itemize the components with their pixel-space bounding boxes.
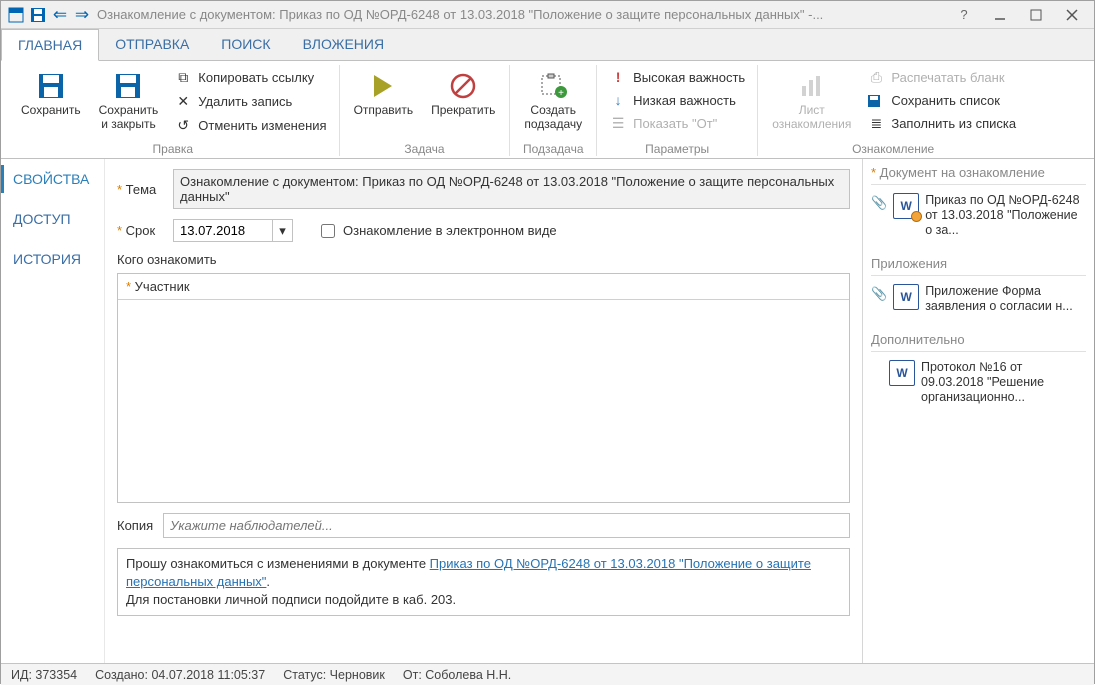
paperclip-icon: 📎	[871, 193, 887, 211]
show-from-icon: ☰	[609, 115, 627, 132]
save-icon-titlebar[interactable]	[27, 4, 49, 26]
save-close-button[interactable]: Сохранить и закрыть	[93, 65, 165, 135]
save-list-button[interactable]: Сохранить список	[863, 91, 1020, 110]
low-priority-button[interactable]: ↓Низкая важность	[605, 90, 749, 110]
copy-input[interactable]	[163, 513, 850, 538]
print-icon: ⎙	[867, 69, 885, 86]
deadline-dropdown[interactable]: ▾	[273, 219, 293, 242]
copy-link-icon: ⧉	[174, 69, 192, 86]
who-label: Кого ознакомить	[117, 252, 850, 267]
copy-label: Копия	[117, 518, 153, 533]
minimize-button[interactable]	[982, 3, 1018, 27]
attached-document-1[interactable]: 📎 W Приказ по ОД №ОРД-6248 от 13.03.2018…	[871, 191, 1086, 240]
copy-link-button[interactable]: ⧉Копировать ссылку	[170, 67, 330, 88]
participants-grid[interactable]: Участник	[117, 273, 850, 503]
participant-column: Участник	[118, 274, 849, 300]
send-button[interactable]: Отправить	[348, 65, 420, 121]
electronic-checkbox[interactable]	[321, 224, 335, 238]
tab-attachments[interactable]: ВЛОЖЕНИЯ	[287, 29, 401, 60]
nav-history[interactable]: ИСТОРИЯ	[1, 239, 104, 279]
word-doc-icon: W	[893, 193, 919, 219]
save-icon	[37, 69, 65, 103]
undo-icon: ↺	[174, 117, 192, 134]
word-doc-icon: W	[889, 360, 915, 386]
create-subtask-button[interactable]: + Создать подзадачу	[518, 65, 588, 135]
help-button[interactable]: ?	[946, 3, 982, 27]
status-created: Создано: 04.07.2018 11:05:37	[95, 668, 265, 682]
deadline-label: Срок	[117, 223, 165, 238]
app-icon	[5, 4, 27, 26]
high-priority-button[interactable]: !Высокая важность	[605, 67, 749, 87]
message-box[interactable]: Прошу ознакомиться с изменениями в докум…	[117, 548, 850, 616]
stop-icon	[450, 69, 476, 103]
print-blank-button: ⎙Распечатать бланк	[863, 67, 1020, 88]
high-prio-icon: !	[609, 69, 627, 85]
tab-main[interactable]: ГЛАВНАЯ	[1, 29, 99, 61]
word-doc-icon: W	[893, 284, 919, 310]
status-id: ИД: 373354	[11, 668, 77, 682]
electronic-label: Ознакомление в электронном виде	[343, 223, 557, 238]
attached-document-2[interactable]: 📎 W Приложение Форма заявления о согласи…	[871, 282, 1086, 316]
nav-properties[interactable]: СВОЙСТВА	[1, 159, 104, 199]
tab-search[interactable]: ПОИСК	[205, 29, 286, 60]
save-button[interactable]: Сохранить	[15, 65, 87, 121]
nav-access[interactable]: ДОСТУП	[1, 199, 104, 239]
save-list-icon	[867, 94, 885, 108]
section-additional-title: Дополнительно	[871, 332, 1086, 352]
group-subtask-label: Подзадача	[523, 140, 584, 156]
group-task-label: Задача	[404, 140, 444, 156]
forward-arrow-icon[interactable]: ⇒	[71, 4, 93, 26]
undo-button[interactable]: ↺Отменить изменения	[170, 115, 330, 136]
ack-list-icon	[798, 69, 826, 103]
group-ack-label: Ознакомление	[852, 140, 934, 156]
svg-text:+: +	[558, 88, 564, 99]
deadline-input[interactable]	[173, 219, 273, 242]
group-params-label: Параметры	[645, 140, 709, 156]
ack-list-button: Лист ознакомления	[766, 65, 857, 135]
fill-list-icon: ≣	[867, 115, 885, 132]
back-arrow-icon[interactable]: ⇐	[49, 4, 71, 26]
delete-icon: ✕	[174, 93, 192, 110]
low-prio-icon: ↓	[609, 92, 627, 108]
save-close-icon	[114, 69, 142, 103]
delete-button[interactable]: ✕Удалить запись	[170, 91, 330, 112]
paperclip-icon: 📎	[871, 284, 887, 302]
close-button[interactable]	[1054, 3, 1090, 27]
status-from: От: Соболева Н.Н.	[403, 668, 511, 682]
stop-button[interactable]: Прекратить	[425, 65, 501, 121]
maximize-button[interactable]	[1018, 3, 1054, 27]
group-edit-label: Правка	[153, 140, 194, 156]
show-from-button[interactable]: ☰Показать "От"	[605, 113, 749, 134]
subtask-icon: +	[539, 69, 567, 103]
status-status: Статус: Черновик	[283, 668, 385, 682]
window-title: Ознакомление с документом: Приказ по ОД …	[93, 7, 946, 22]
fill-list-button[interactable]: ≣Заполнить из списка	[863, 113, 1020, 134]
theme-label: Тема	[117, 182, 165, 197]
section-document-title: Документ на ознакомление	[871, 165, 1086, 185]
section-attachments-title: Приложения	[871, 256, 1086, 276]
play-icon	[370, 69, 396, 103]
theme-field[interactable]: Ознакомление с документом: Приказ по ОД …	[173, 169, 850, 209]
tab-send[interactable]: ОТПРАВКА	[99, 29, 205, 60]
attached-document-3[interactable]: W Протокол №16 от 09.03.2018 "Решение ор…	[871, 358, 1086, 407]
